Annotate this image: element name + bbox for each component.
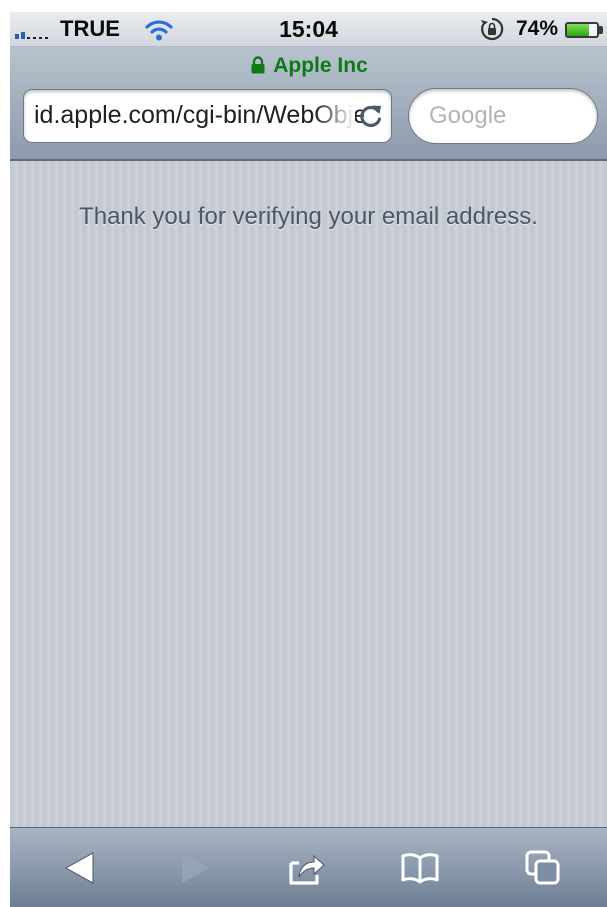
forward-icon[interactable] xyxy=(178,850,212,886)
site-owner-label: Apple Inc xyxy=(273,54,368,77)
verification-message: Thank you for verifying your email addre… xyxy=(79,203,538,230)
bookmarks-icon[interactable] xyxy=(399,851,441,885)
share-button[interactable] xyxy=(276,842,336,894)
secure-site-owner: Apple Inc xyxy=(10,54,607,78)
safari-window: TRUE 15:04 74% Apple Inc id.apple.com/cg… xyxy=(10,12,607,907)
url-fade xyxy=(315,94,355,138)
bookmarks-button[interactable] xyxy=(390,842,450,894)
tabs-icon[interactable] xyxy=(523,848,563,888)
back-button[interactable] xyxy=(50,842,110,894)
lock-icon xyxy=(251,56,265,74)
battery-level-fill xyxy=(567,24,590,36)
battery-percentage: 74% xyxy=(516,17,559,40)
status-bar: TRUE 15:04 74% xyxy=(10,12,607,47)
back-icon[interactable] xyxy=(63,850,97,886)
rotation-lock-icon xyxy=(481,17,504,41)
url-field[interactable]: id.apple.com/cgi-bin/WebObjects xyxy=(23,89,392,143)
search-field[interactable] xyxy=(408,88,598,144)
battery-icon xyxy=(565,22,599,38)
forward-button[interactable] xyxy=(165,842,225,894)
share-icon[interactable] xyxy=(285,849,327,887)
address-bar: Apple Inc id.apple.com/cgi-bin/WebObject… xyxy=(10,47,607,161)
tabs-button[interactable] xyxy=(513,842,573,894)
page-content: Thank you for verifying your email addre… xyxy=(10,161,607,827)
reload-icon[interactable] xyxy=(357,102,385,130)
battery-tip xyxy=(599,26,603,34)
bottom-toolbar xyxy=(10,827,607,907)
